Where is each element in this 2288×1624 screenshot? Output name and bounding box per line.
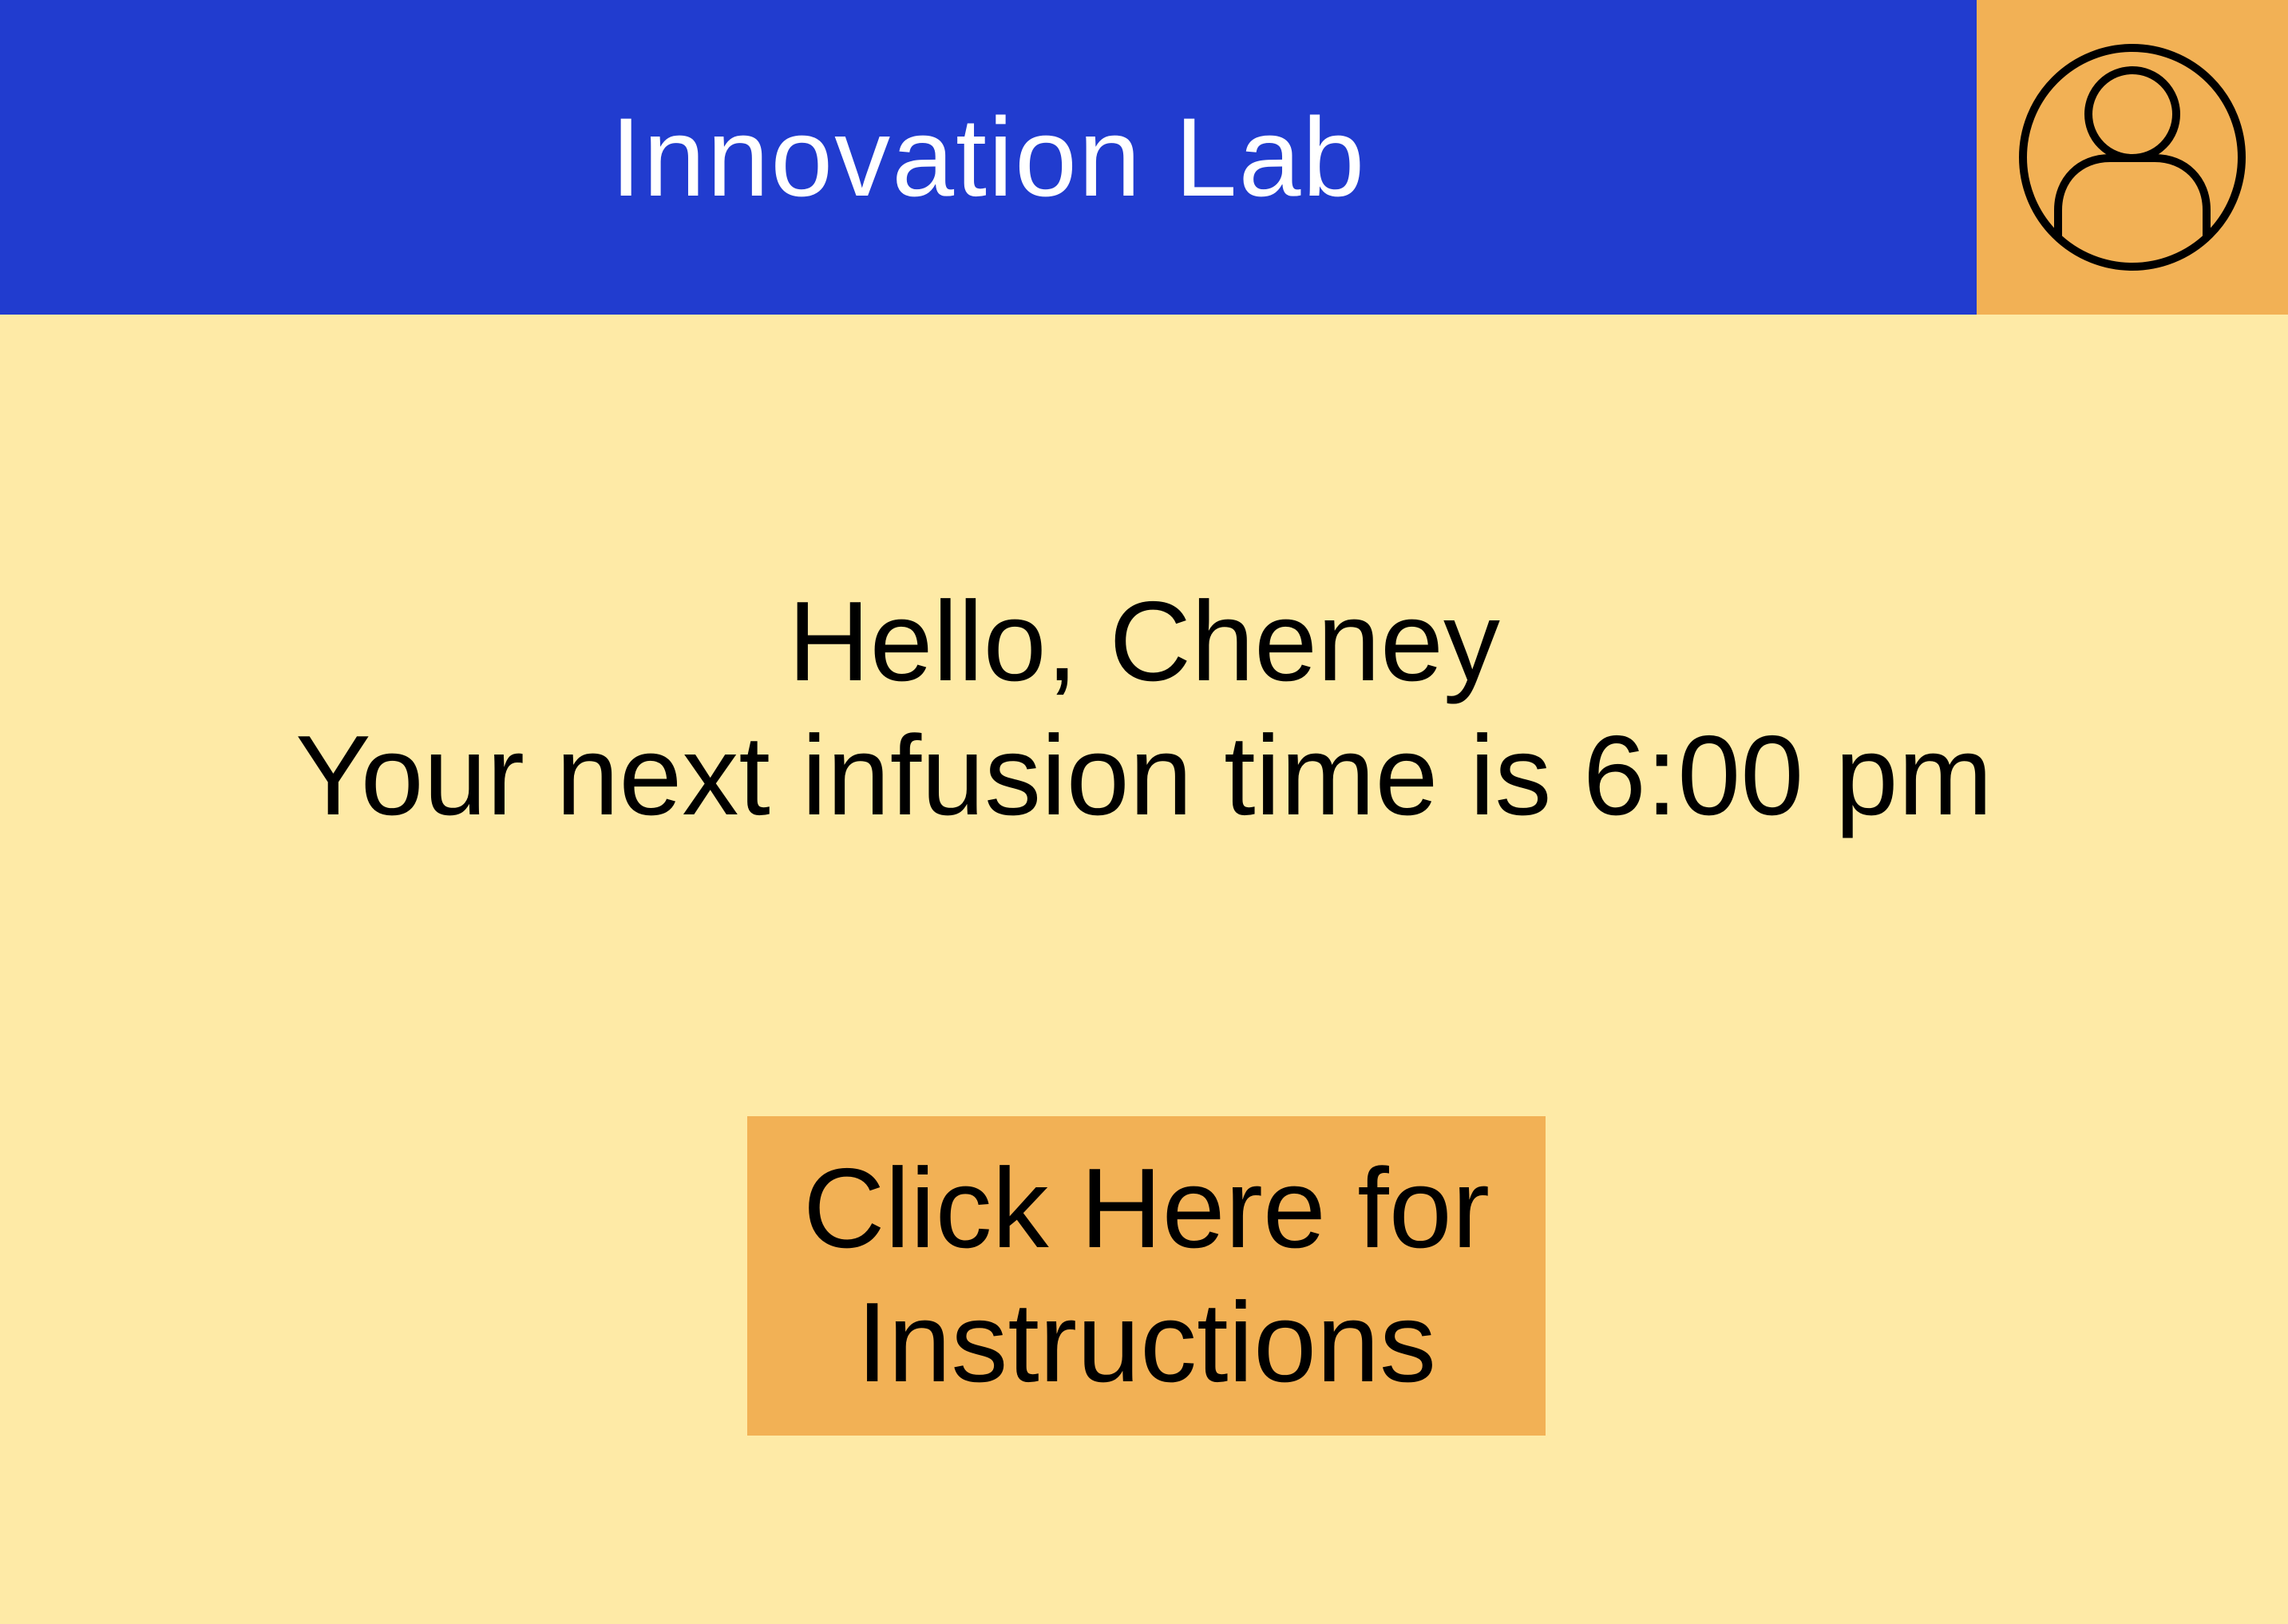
next-infusion-time: Your next infusion time is 6:00 pm: [295, 712, 1993, 839]
instructions-button-label-line2: Instructions: [856, 1279, 1437, 1406]
app-header: Innovation Lab: [0, 0, 1977, 315]
user-circle-icon: [2019, 44, 2246, 271]
greeting-name: Hello, Cheney: [788, 578, 1500, 705]
instructions-button[interactable]: Click Here for Instructions: [747, 1116, 1546, 1436]
profile-button[interactable]: [1977, 0, 2288, 315]
app-title: Innovation Lab: [610, 94, 1367, 220]
greeting-message: Hello, Cheney Your next infusion time is…: [0, 575, 2288, 843]
instructions-button-label-line1: Click Here for: [802, 1145, 1490, 1272]
